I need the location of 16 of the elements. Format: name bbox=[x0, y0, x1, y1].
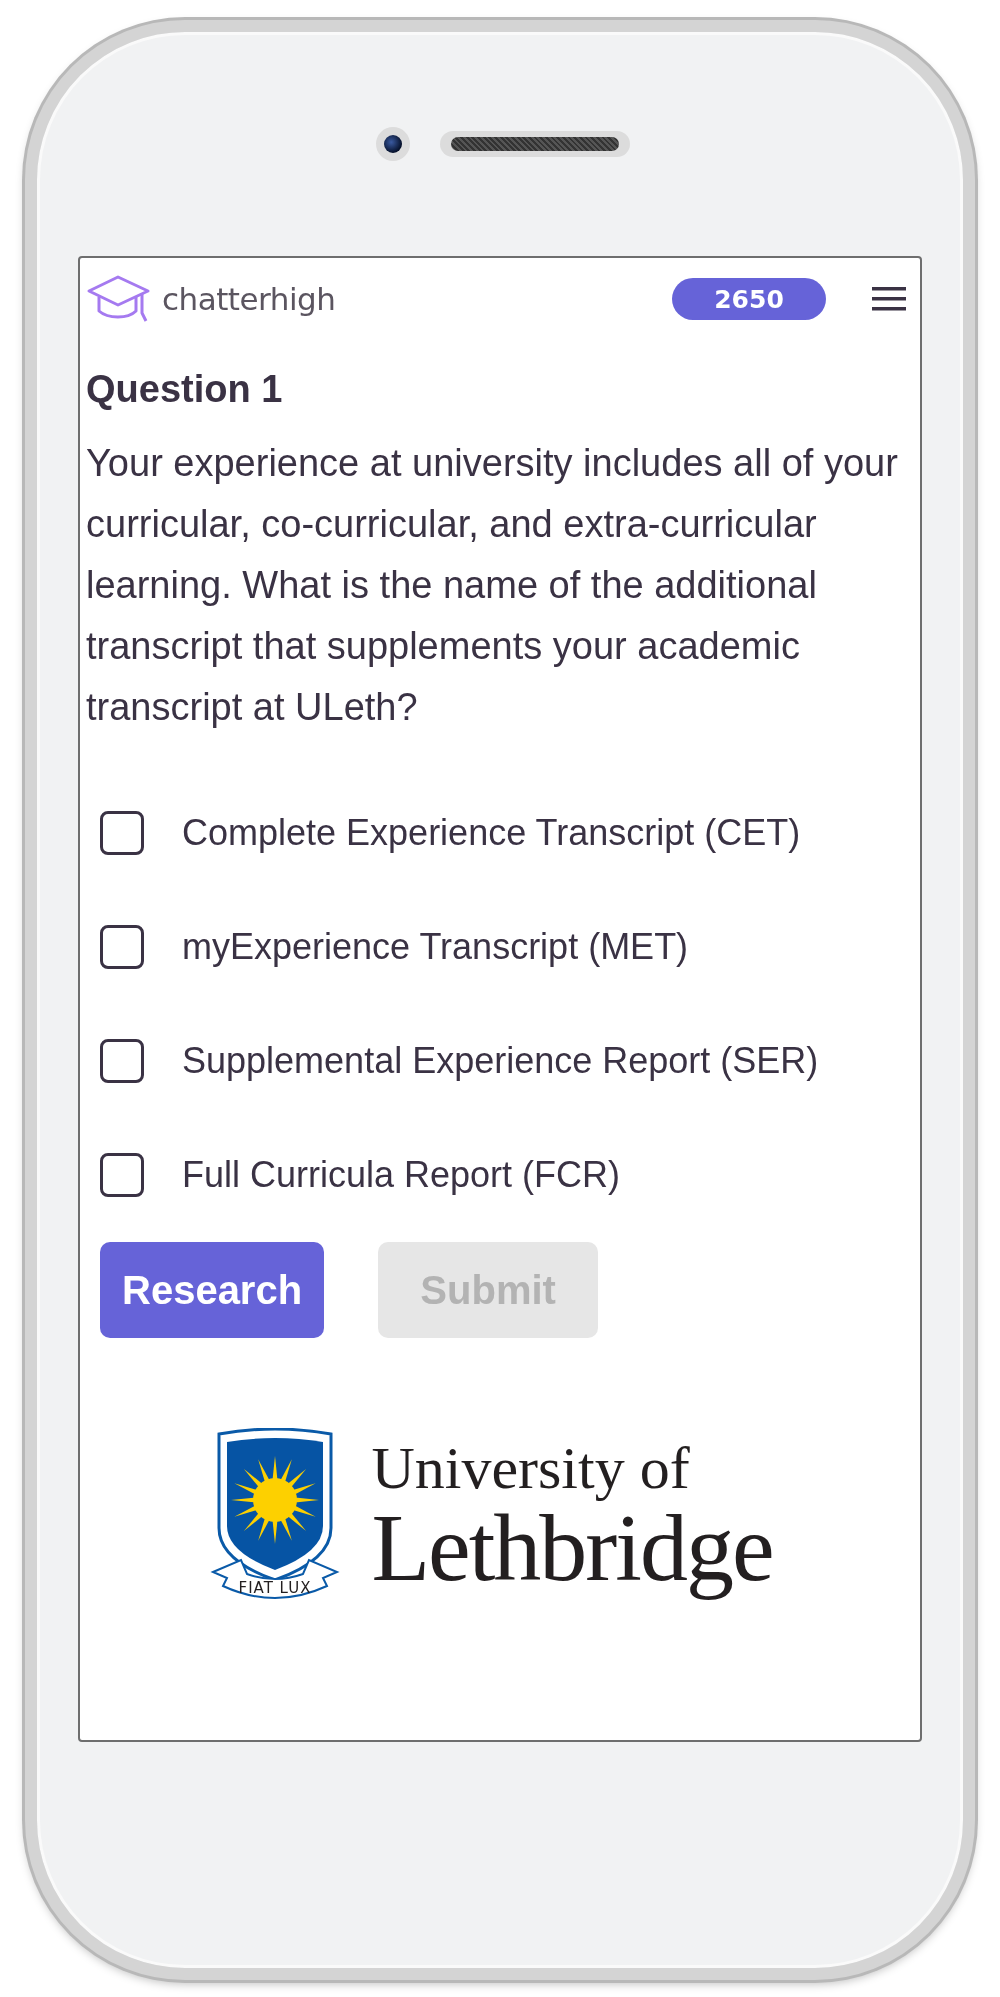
menu-icon[interactable] bbox=[872, 286, 906, 312]
checkbox[interactable] bbox=[100, 811, 144, 855]
university-name: University of bbox=[371, 1436, 691, 1500]
question-text: Your experience at university includes all of your curricular, co-curricular, and extra-curricular learning. What is the name of the additional transcript that supplements your academic transcript at ULeth? bbox=[86, 441, 899, 730]
option-label[interactable]: Supplemental Experience Report (SER) bbox=[182, 1040, 819, 1082]
checkbox[interactable] bbox=[100, 925, 144, 969]
points-badge: 2650 bbox=[672, 278, 826, 320]
camera-lens bbox=[376, 127, 410, 161]
checkbox[interactable] bbox=[100, 1153, 144, 1197]
option-label[interactable]: Complete Experience Transcript (CET) bbox=[182, 812, 801, 854]
option-label[interactable]: Full Curricula Report (FCR) bbox=[182, 1154, 621, 1196]
question-title: Question 1 bbox=[86, 368, 284, 411]
research-button[interactable]: Research bbox=[100, 1242, 325, 1338]
brand-name: chatterhigh bbox=[162, 281, 336, 317]
option-label[interactable]: myExperience Transcript (MET) bbox=[182, 926, 689, 968]
checkbox[interactable] bbox=[100, 1039, 144, 1083]
